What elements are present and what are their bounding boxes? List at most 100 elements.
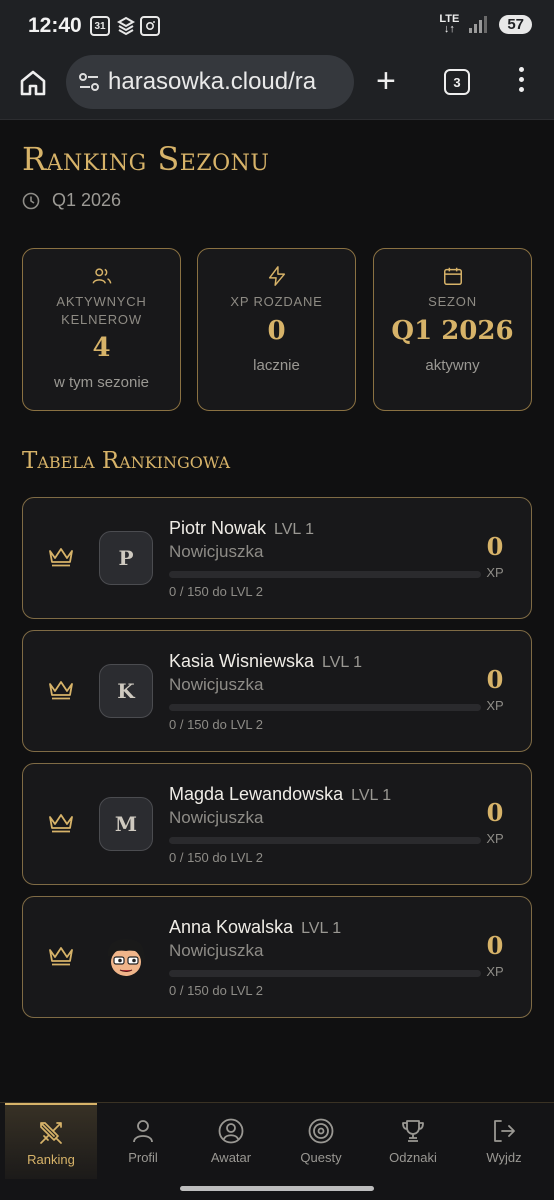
crown-icon bbox=[49, 681, 73, 700]
xp-value: 0 bbox=[486, 532, 504, 561]
gesture-handle[interactable] bbox=[180, 1186, 374, 1191]
player-xp: 0 XP bbox=[475, 532, 515, 580]
signal-icon bbox=[469, 15, 489, 33]
level-progress-text: 0 / 150 do LVL 2 bbox=[169, 850, 263, 865]
xp-unit: XP bbox=[486, 565, 504, 580]
player-xp: 0 XP bbox=[475, 665, 515, 713]
season-label: Q1 2026 bbox=[52, 190, 122, 210]
xp-unit: XP bbox=[486, 964, 504, 979]
logout-icon bbox=[494, 1120, 515, 1142]
player-name-row: Kasia Wisniewska LVL 1 bbox=[169, 651, 362, 672]
stat-card-xp-given: XP ROZDANE 0 lacznie bbox=[197, 248, 356, 411]
ranking-row[interactable]: M Magda Lewandowska LVL 1 Nowicjuszka 0 /… bbox=[22, 763, 532, 885]
stat-label: XP ROZDANE bbox=[230, 294, 323, 309]
avatar: K bbox=[99, 664, 153, 718]
level-progress-bar bbox=[169, 704, 481, 711]
ranking-row[interactable]: K Kasia Wisniewska LVL 1 Nowicjuszka 0 / … bbox=[22, 630, 532, 752]
page-title: Ranking Sezonu bbox=[22, 140, 270, 178]
player-name-row: Anna Kowalska LVL 1 bbox=[169, 917, 341, 938]
player-rank: Nowicjuszka bbox=[169, 675, 264, 694]
home-icon[interactable] bbox=[18, 68, 48, 98]
stat-sub: w tym sezonie bbox=[53, 374, 150, 391]
player-name-row: Magda Lewandowska LVL 1 bbox=[169, 784, 391, 805]
xp-value: 0 bbox=[486, 665, 504, 694]
player-name: Piotr Nowak bbox=[169, 518, 267, 538]
swords-icon bbox=[40, 1122, 62, 1144]
player-name-row: Piotr Nowak LVL 1 bbox=[169, 518, 314, 539]
calendar-icon bbox=[443, 267, 462, 285]
nav-item-ranking[interactable]: Ranking bbox=[5, 1103, 97, 1179]
url-bar[interactable]: harasowka.cloud/ra bbox=[66, 55, 354, 109]
level-progress-bar bbox=[169, 970, 481, 977]
xp-unit: XP bbox=[486, 698, 504, 713]
calendar-notification-icon: 31 bbox=[90, 16, 110, 36]
trophy-icon bbox=[402, 1120, 424, 1142]
crown-icon bbox=[49, 814, 73, 833]
stat-value: 4 bbox=[92, 333, 111, 363]
cartoon-avatar-image bbox=[107, 939, 146, 976]
ranking-row[interactable]: Anna Kowalska LVL 1 Nowicjuszka 0 / 150 d… bbox=[22, 896, 532, 1018]
lightning-icon bbox=[268, 266, 285, 286]
nav-label: Ranking bbox=[27, 1152, 75, 1167]
browser-toolbar: harasowka.cloud/ra + 3 bbox=[0, 52, 554, 120]
stat-value: 0 bbox=[267, 316, 286, 346]
level-progress-text: 0 / 150 do LVL 2 bbox=[169, 717, 263, 732]
avatar: M bbox=[99, 797, 153, 851]
crown-icon bbox=[49, 947, 73, 966]
stat-card-season: SEZON Q1 2026 aktywny bbox=[373, 248, 532, 411]
battery-indicator: 57 bbox=[499, 14, 532, 34]
site-settings-icon[interactable] bbox=[78, 72, 100, 92]
nav-label: Questy bbox=[300, 1150, 342, 1165]
level-progress-text: 0 / 150 do LVL 2 bbox=[169, 983, 263, 998]
ranking-row[interactable]: P Piotr Nowak LVL 1 Nowicjuszka 0 / 150 d… bbox=[22, 497, 532, 619]
player-level: LVL 1 bbox=[351, 787, 392, 804]
nav-item-awatar[interactable]: Awatar bbox=[185, 1103, 277, 1179]
player-level: LVL 1 bbox=[301, 920, 342, 937]
avatar: P bbox=[99, 531, 153, 585]
nav-item-odznaki[interactable]: Odznaki bbox=[367, 1103, 459, 1179]
users-icon bbox=[92, 268, 111, 284]
new-tab-button[interactable]: + bbox=[376, 64, 396, 98]
player-name: Kasia Wisniewska bbox=[169, 651, 315, 671]
level-progress-bar bbox=[169, 837, 481, 844]
target-icon bbox=[308, 1118, 334, 1144]
clock-icon bbox=[22, 192, 40, 209]
stat-card-active-waiters: AKTYWNYCH KELNEROW 4 w tym sezonie bbox=[22, 248, 181, 411]
crown-icon bbox=[49, 548, 73, 567]
nav-label: Awatar bbox=[210, 1150, 252, 1165]
network-indicator: LTE ↓↑ bbox=[439, 13, 460, 35]
status-time: 12:40 bbox=[28, 14, 82, 37]
player-xp: 0 XP bbox=[475, 931, 515, 979]
level-progress-bar bbox=[169, 571, 481, 578]
url-text: harasowka.cloud/ra bbox=[108, 68, 317, 95]
nav-item-profil[interactable]: Profil bbox=[97, 1103, 189, 1179]
user-icon bbox=[133, 1120, 153, 1143]
tab-switcher-button[interactable]: 3 bbox=[444, 69, 470, 95]
player-rank: Nowicjuszka bbox=[169, 808, 264, 827]
player-name: Magda Lewandowska bbox=[169, 784, 344, 804]
nav-item-wyjdz[interactable]: Wyjdz bbox=[458, 1103, 550, 1179]
stat-label: SEZON bbox=[428, 294, 477, 309]
more-menu-icon[interactable] bbox=[516, 67, 526, 97]
player-rank: Nowicjuszka bbox=[169, 542, 264, 561]
instagram-notification-icon bbox=[140, 16, 160, 36]
nav-label: Profil bbox=[128, 1150, 158, 1165]
xp-value: 0 bbox=[486, 931, 504, 960]
stat-value: Q1 2026 bbox=[391, 316, 514, 346]
avatar-circle-icon bbox=[218, 1118, 244, 1144]
player-xp: 0 XP bbox=[475, 798, 515, 846]
ranking-section-title: Tabela Rankingowa bbox=[22, 448, 231, 474]
stat-sub: aktywny bbox=[425, 357, 480, 374]
season-indicator: Q1 2026 bbox=[22, 190, 121, 211]
stat-label: AKTYWNYCH KELNEROW bbox=[56, 294, 147, 327]
player-name: Anna Kowalska bbox=[169, 917, 294, 937]
level-progress-text: 0 / 150 do LVL 2 bbox=[169, 584, 263, 599]
player-rank: Nowicjuszka bbox=[169, 941, 264, 960]
xp-unit: XP bbox=[486, 831, 504, 846]
app-notification-icon bbox=[116, 16, 136, 36]
player-level: LVL 1 bbox=[274, 521, 315, 538]
xp-value: 0 bbox=[486, 798, 504, 827]
nav-item-questy[interactable]: Questy bbox=[275, 1103, 367, 1179]
nav-label: Odznaki bbox=[389, 1150, 437, 1165]
player-level: LVL 1 bbox=[322, 654, 363, 671]
